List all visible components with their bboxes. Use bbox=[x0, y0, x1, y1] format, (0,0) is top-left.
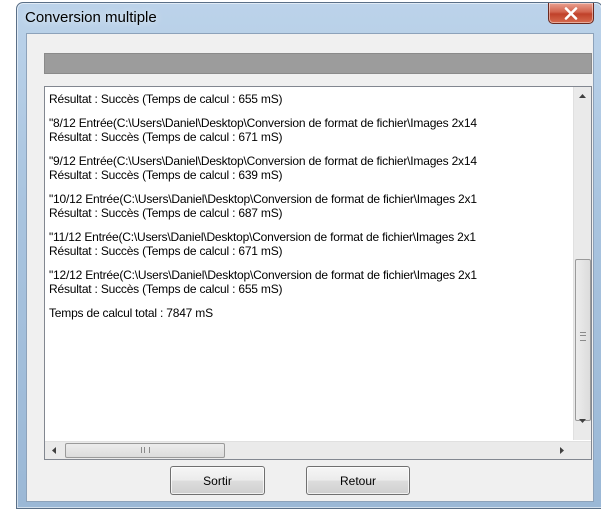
horizontal-scrollbar[interactable] bbox=[45, 441, 591, 459]
log-output-box[interactable]: Résultat : Succès (Temps de calcul : 655… bbox=[44, 86, 592, 460]
log-blank-line bbox=[49, 144, 569, 154]
log-line: "8/12 Entrée(C:\Users\Daniel\Desktop\Con… bbox=[49, 116, 477, 130]
scroll-up-button[interactable] bbox=[574, 87, 591, 104]
log-blank-line bbox=[49, 182, 569, 192]
vertical-scrollbar[interactable] bbox=[573, 87, 591, 440]
log-text[interactable]: Résultat : Succès (Temps de calcul : 655… bbox=[49, 92, 569, 437]
title-bar[interactable]: Conversion multiple bbox=[17, 3, 601, 33]
log-line: Résultat : Succès (Temps de calcul : 655… bbox=[49, 92, 283, 106]
dialog-body: Résultat : Succès (Temps de calcul : 655… bbox=[26, 33, 594, 502]
progress-bar-fill bbox=[45, 54, 591, 73]
log-blank-line bbox=[49, 258, 569, 268]
log-line: Résultat : Succès (Temps de calcul : 671… bbox=[49, 130, 283, 144]
chevron-right-icon bbox=[559, 447, 564, 454]
vertical-scroll-thumb[interactable] bbox=[575, 259, 591, 421]
log-blank-line bbox=[49, 220, 569, 230]
close-icon bbox=[564, 6, 578, 20]
scroll-grip-icon bbox=[141, 447, 150, 453]
sortir-button[interactable]: Sortir bbox=[170, 466, 265, 495]
log-line: "11/12 Entrée(C:\Users\Daniel\Desktop\Co… bbox=[49, 230, 476, 244]
log-line: Résultat : Succès (Temps de calcul : 687… bbox=[49, 206, 283, 220]
log-line: "12/12 Entrée(C:\Users\Daniel\Desktop\Co… bbox=[49, 268, 477, 282]
chevron-left-icon bbox=[51, 447, 56, 454]
chevron-up-icon bbox=[579, 93, 586, 98]
scroll-grip-icon bbox=[580, 332, 586, 341]
log-line: "9/12 Entrée(C:\Users\Daniel\Desktop\Con… bbox=[49, 154, 477, 168]
retour-button[interactable]: Retour bbox=[306, 466, 410, 495]
log-line: Temps de calcul total : 7847 mS bbox=[49, 306, 213, 320]
log-line: Résultat : Succès (Temps de calcul : 671… bbox=[49, 244, 283, 258]
horizontal-scroll-thumb[interactable] bbox=[65, 443, 225, 458]
log-blank-line bbox=[49, 106, 569, 116]
progress-bar bbox=[44, 53, 592, 74]
screen: Conversion multiple Résultat : Succès (T… bbox=[0, 0, 601, 512]
scroll-right-button[interactable] bbox=[553, 442, 570, 459]
scroll-left-button[interactable] bbox=[45, 442, 62, 459]
log-line: Résultat : Succès (Temps de calcul : 639… bbox=[49, 168, 283, 182]
log-blank-line bbox=[49, 296, 569, 306]
window-title: Conversion multiple bbox=[25, 9, 157, 26]
close-button[interactable] bbox=[548, 3, 594, 24]
scroll-down-button[interactable] bbox=[574, 412, 591, 429]
log-line: Résultat : Succès (Temps de calcul : 655… bbox=[49, 282, 283, 296]
log-line: "10/12 Entrée(C:\Users\Daniel\Desktop\Co… bbox=[49, 192, 477, 206]
chevron-down-icon bbox=[579, 418, 586, 423]
conversion-dialog: Conversion multiple Résultat : Succès (T… bbox=[16, 2, 601, 509]
